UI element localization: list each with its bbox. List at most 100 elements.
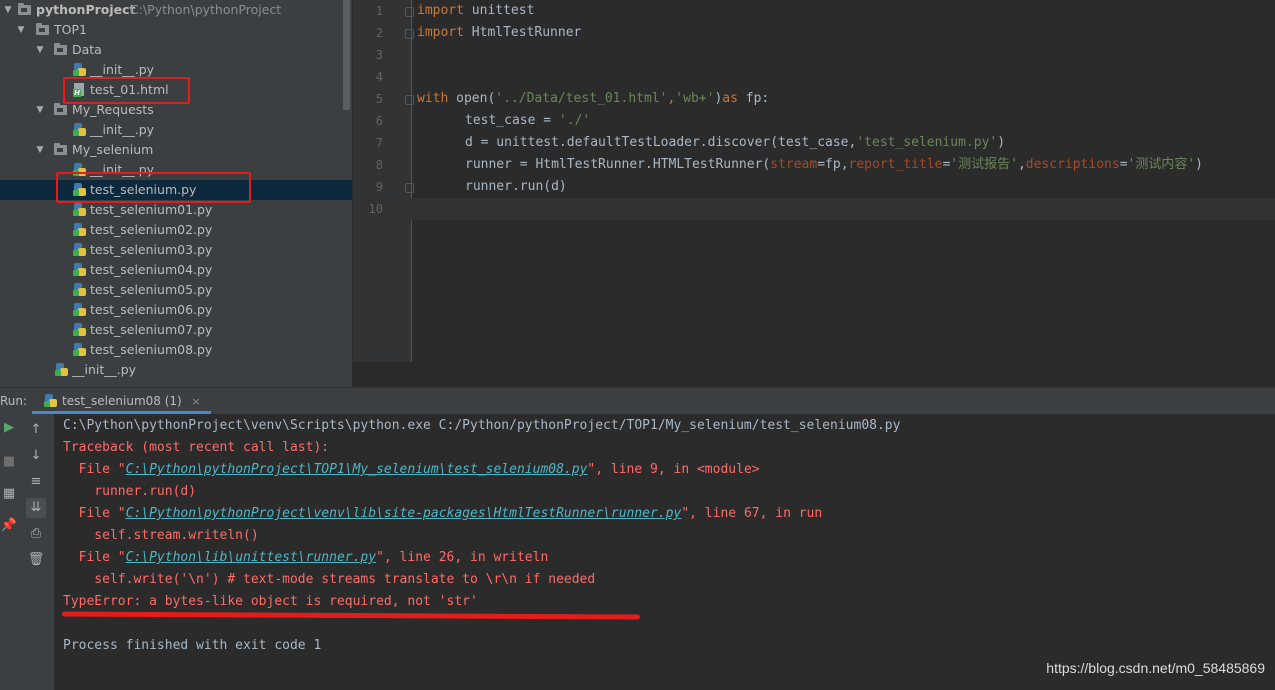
line-number: 2: [375, 26, 383, 40]
file-link[interactable]: C:\Python\pythonProject\TOP1\My_selenium…: [126, 462, 588, 477]
tree-file[interactable]: test_selenium01.py: [0, 200, 352, 220]
code-line: import unittest: [417, 0, 534, 22]
arrow-down-icon[interactable]: ↓: [26, 446, 46, 466]
tree-folder-data[interactable]: ▼ Data: [0, 40, 352, 60]
tree-file[interactable]: __init__.py: [0, 360, 352, 380]
console-line: File "C:\Python\pythonProject\venv\lib\s…: [63, 503, 823, 525]
python-file-icon: [73, 263, 86, 277]
package-icon: [54, 43, 67, 55]
folder-icon: [18, 3, 31, 15]
line-number: 5: [375, 92, 383, 106]
run-tab-title: test_selenium08 (1): [62, 394, 182, 408]
code-token: runner = HtmlTestRunner.HTMLTestRunner(: [465, 157, 771, 172]
code-line: d = unittest.defaultTestLoader.discover(…: [465, 132, 1005, 154]
tree-item-label: test_selenium02.py: [90, 222, 213, 237]
tree-file[interactable]: __init__.py: [0, 120, 352, 140]
highlight-box: [56, 172, 251, 203]
console-line: self.write('\n') # text-mode streams tra…: [63, 572, 596, 587]
code-token: descriptions: [1025, 157, 1120, 172]
console-text: File ": [63, 462, 126, 477]
tree-file[interactable]: test_selenium08.py: [0, 340, 352, 360]
console-error-line: TypeError: a bytes-like object is requir…: [63, 594, 478, 609]
tree-item-label: test_selenium05.py: [90, 282, 213, 297]
code-token: fp:: [737, 91, 770, 106]
tree-file[interactable]: test_selenium05.py: [0, 280, 352, 300]
tree-folder-top1[interactable]: ▼ TOP1: [0, 20, 352, 40]
console-line: self.stream.writeln(): [63, 528, 259, 543]
tree-folder-my-selenium[interactable]: ▼ My_selenium: [0, 140, 352, 160]
code-line: runner = HtmlTestRunner.HTMLTestRunner(s…: [465, 154, 1203, 176]
print-icon[interactable]: ⎙: [26, 524, 46, 544]
tree-scrollbar[interactable]: [343, 0, 350, 110]
tree-file[interactable]: test_selenium07.py: [0, 320, 352, 340]
fold-marker-icon[interactable]: [405, 183, 414, 193]
current-line-highlight: [353, 198, 1275, 220]
console-text: ", line 67, in run: [681, 506, 823, 521]
python-file-icon: [73, 203, 86, 217]
console-line: Process finished with exit code 1: [63, 638, 322, 653]
tree-item-label: test_selenium06.py: [90, 302, 213, 317]
code-token: './': [558, 113, 591, 128]
console-text: File ": [63, 506, 126, 521]
python-file-icon: [73, 63, 86, 77]
chevron-down-icon[interactable]: ▼: [15, 20, 27, 40]
chevron-down-icon[interactable]: ▼: [34, 140, 46, 160]
console-line: File "C:\Python\lib\unittest\runner.py",…: [63, 547, 549, 569]
scroll-to-end-icon[interactable]: ⇊: [26, 498, 46, 518]
python-file-icon: [73, 323, 86, 337]
code-line: test_case = './': [465, 110, 590, 132]
project-tree: ▼ pythonProject C:\Python\pythonProject …: [0, 0, 352, 387]
chevron-down-icon[interactable]: ▼: [2, 0, 14, 20]
chevron-down-icon[interactable]: ▼: [34, 40, 46, 60]
arrow-up-icon[interactable]: ↑: [26, 420, 46, 440]
console-text: ", line 26, in writeln: [376, 550, 549, 565]
code-token: import: [417, 3, 464, 18]
run-label: Run:: [0, 394, 28, 408]
code-token: 'wb+': [675, 91, 715, 106]
python-file-icon: [55, 363, 68, 377]
tree-item-label: test_selenium01.py: [90, 202, 213, 217]
code-token: with: [417, 91, 449, 106]
code-line: runner.run(d): [465, 176, 567, 198]
python-file-icon: [73, 303, 86, 317]
line-number: 4: [375, 70, 383, 84]
line-number: 7: [375, 136, 383, 150]
tree-root[interactable]: ▼ pythonProject C:\Python\pythonProject: [0, 0, 352, 20]
fold-marker-icon[interactable]: [405, 95, 414, 105]
chevron-down-icon[interactable]: ▼: [34, 100, 46, 120]
code-token: =fp,: [817, 157, 849, 172]
soft-wrap-icon[interactable]: ≡: [26, 472, 46, 492]
code-token: ): [997, 135, 1006, 150]
tree-item-label: __init__.py: [90, 122, 155, 137]
tree-file[interactable]: test_selenium06.py: [0, 300, 352, 320]
code-line: with open('../Data/test_01.html','wb+')a…: [417, 88, 769, 110]
python-file-icon: [73, 243, 86, 257]
run-tab[interactable]: test_selenium08 (1) ×: [32, 388, 211, 414]
tree-item-label: test_selenium03.py: [90, 242, 213, 257]
console-line: File "C:\Python\pythonProject\TOP1\My_se…: [63, 459, 760, 481]
tree-item-label: test_selenium08.py: [90, 342, 213, 357]
tree-file[interactable]: test_selenium04.py: [0, 260, 352, 280]
file-link[interactable]: C:\Python\lib\unittest\runner.py: [126, 550, 376, 565]
rerun-icon[interactable]: ▶: [0, 418, 19, 438]
fold-marker-icon[interactable]: [405, 29, 414, 39]
line-number: 10: [368, 202, 383, 216]
trash-icon[interactable]: 🗑: [26, 550, 46, 570]
fold-marker-icon[interactable]: [405, 7, 414, 17]
tree-file[interactable]: test_selenium03.py: [0, 240, 352, 260]
close-icon[interactable]: ×: [192, 395, 201, 408]
code-token: as: [722, 91, 738, 106]
file-link[interactable]: C:\Python\pythonProject\venv\lib\site-pa…: [126, 506, 682, 521]
python-file-icon: [73, 343, 86, 357]
tree-item-label: TOP1: [54, 22, 87, 37]
stop-icon[interactable]: ■: [0, 452, 19, 472]
console-line: C:\Python\pythonProject\venv\Scripts\pyt…: [63, 418, 901, 433]
tree-item-label: My_selenium: [72, 142, 154, 157]
code-token: runner.run(d): [465, 179, 567, 194]
tree-file[interactable]: test_selenium02.py: [0, 220, 352, 240]
layout-icon[interactable]: ▦: [0, 484, 19, 504]
code-token: d = unittest.defaultTestLoader.discover(…: [465, 135, 857, 150]
code-token: open(: [448, 91, 496, 106]
pin-icon[interactable]: 📌: [0, 516, 19, 536]
code-token: test_case =: [465, 113, 559, 128]
